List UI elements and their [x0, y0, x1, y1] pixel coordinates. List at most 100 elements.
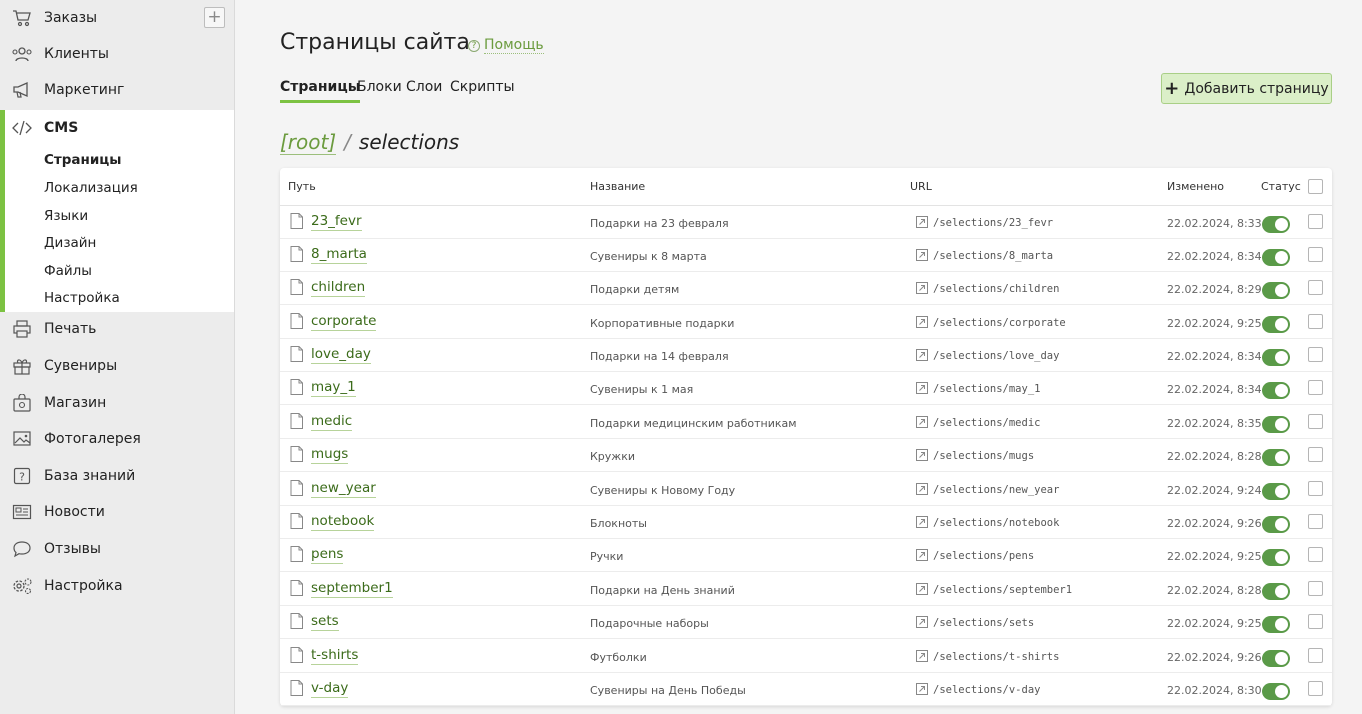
- sidebar-item-print[interactable]: Печать: [0, 311, 234, 347]
- row-checkbox[interactable]: [1308, 414, 1323, 429]
- sidebar-item-knowledge-base[interactable]: ? База знаний: [0, 458, 234, 494]
- column-header-path[interactable]: Путь: [288, 180, 316, 193]
- status-toggle[interactable]: [1262, 416, 1290, 433]
- status-toggle[interactable]: [1262, 249, 1290, 266]
- external-link-icon[interactable]: [916, 549, 928, 561]
- table-row[interactable]: may_1 Сувениры к 1 мая/selections/may_1 22…: [280, 372, 1332, 405]
- external-link-icon[interactable]: [916, 583, 928, 595]
- sidebar-item-settings[interactable]: Настройка: [0, 568, 234, 604]
- page-path-link[interactable]: corporate: [311, 313, 377, 331]
- page-path-link[interactable]: children: [311, 279, 366, 297]
- select-all-checkbox[interactable]: [1308, 179, 1323, 194]
- external-link-icon[interactable]: [916, 449, 928, 461]
- status-toggle[interactable]: [1262, 449, 1290, 466]
- external-link-icon[interactable]: [916, 683, 928, 695]
- tab-scripts[interactable]: Скрипты: [450, 79, 515, 103]
- status-toggle[interactable]: [1262, 216, 1290, 233]
- page-path-link[interactable]: mugs: [311, 446, 349, 464]
- status-toggle[interactable]: [1262, 683, 1290, 700]
- page-path-link[interactable]: september1: [311, 580, 393, 598]
- page-path-link[interactable]: sets: [311, 613, 339, 631]
- row-checkbox[interactable]: [1308, 648, 1323, 663]
- page-path-link[interactable]: may_1: [311, 379, 356, 397]
- sidebar-item-reviews[interactable]: Отзывы: [0, 531, 234, 567]
- add-page-button[interactable]: + Добавить страницу: [1161, 73, 1332, 104]
- table-row[interactable]: corporate Корпоративные подарки/selection…: [280, 306, 1332, 339]
- external-link-icon[interactable]: [916, 282, 928, 294]
- help-link[interactable]: ? Помощь: [468, 37, 544, 54]
- sidebar-subitem-languages[interactable]: Языки: [44, 208, 88, 224]
- external-link-icon[interactable]: [916, 349, 928, 361]
- table-row[interactable]: september1 Подарки на День знаний/selecti…: [280, 573, 1332, 606]
- status-toggle[interactable]: [1262, 316, 1290, 333]
- sidebar-item-news[interactable]: Новости: [0, 494, 234, 530]
- status-toggle[interactable]: [1262, 583, 1290, 600]
- tab-pages[interactable]: Страницы: [280, 79, 361, 103]
- table-row[interactable]: new_year Сувениры к Новому Году/selection…: [280, 473, 1332, 506]
- external-link-icon[interactable]: [916, 416, 928, 428]
- page-path-link[interactable]: pens: [311, 546, 344, 564]
- row-checkbox[interactable]: [1308, 280, 1323, 295]
- sidebar-subitem-design[interactable]: Дизайн: [44, 235, 96, 251]
- sidebar-item-orders[interactable]: Заказы +: [0, 0, 234, 36]
- page-path-link[interactable]: t-shirts: [311, 647, 359, 665]
- column-header-url[interactable]: URL: [910, 180, 932, 193]
- status-toggle[interactable]: [1262, 382, 1290, 399]
- sidebar-subitem-localization[interactable]: Локализация: [44, 180, 138, 196]
- table-row[interactable]: 23_fevr Подарки на 23 февраля/selections/…: [280, 206, 1332, 239]
- sidebar-item-marketing[interactable]: Маркетинг: [0, 72, 234, 108]
- status-toggle[interactable]: [1262, 483, 1290, 500]
- page-path-link[interactable]: v-day: [311, 680, 349, 698]
- external-link-icon[interactable]: [916, 382, 928, 394]
- status-toggle[interactable]: [1262, 650, 1290, 667]
- row-checkbox[interactable]: [1308, 547, 1323, 562]
- page-path-link[interactable]: new_year: [311, 480, 376, 498]
- status-toggle[interactable]: [1262, 282, 1290, 299]
- breadcrumb-root-link[interactable]: [root]: [280, 130, 337, 155]
- row-checkbox[interactable]: [1308, 214, 1323, 229]
- tab-layers[interactable]: Слои: [406, 79, 442, 103]
- sidebar-subitem-files[interactable]: Файлы: [44, 263, 92, 279]
- sidebar-item-cms[interactable]: CMS: [0, 110, 234, 146]
- table-row[interactable]: sets Подарочные наборы/selections/sets 22.…: [280, 606, 1332, 639]
- sidebar-subitem-settings[interactable]: Настройка: [44, 290, 120, 306]
- row-checkbox[interactable]: [1308, 581, 1323, 596]
- sidebar-item-gallery[interactable]: Фотогалерея: [0, 421, 234, 457]
- row-checkbox[interactable]: [1308, 514, 1323, 529]
- external-link-icon[interactable]: [916, 650, 928, 662]
- page-path-link[interactable]: notebook: [311, 513, 375, 531]
- column-header-status[interactable]: Статус: [1261, 180, 1301, 193]
- external-link-icon[interactable]: [916, 616, 928, 628]
- add-order-button[interactable]: +: [204, 7, 225, 28]
- tab-blocks[interactable]: Блоки: [357, 79, 402, 103]
- row-checkbox[interactable]: [1308, 481, 1323, 496]
- page-path-link[interactable]: love_day: [311, 346, 371, 364]
- status-toggle[interactable]: [1262, 349, 1290, 366]
- column-header-name[interactable]: Название: [590, 180, 645, 193]
- table-row[interactable]: v-day Сувениры на День Победы/selections/…: [280, 673, 1332, 706]
- sidebar-item-clients[interactable]: Клиенты: [0, 36, 234, 72]
- status-toggle[interactable]: [1262, 549, 1290, 566]
- table-row[interactable]: medic Подарки медицинским работникам/sele…: [280, 406, 1332, 439]
- status-toggle[interactable]: [1262, 616, 1290, 633]
- external-link-icon[interactable]: [916, 516, 928, 528]
- page-path-link[interactable]: 8_marta: [311, 246, 367, 264]
- row-checkbox[interactable]: [1308, 614, 1323, 629]
- external-link-icon[interactable]: [916, 249, 928, 261]
- page-path-link[interactable]: medic: [311, 413, 353, 431]
- external-link-icon[interactable]: [916, 483, 928, 495]
- row-checkbox[interactable]: [1308, 380, 1323, 395]
- column-header-modified[interactable]: Изменено: [1167, 180, 1224, 193]
- row-checkbox[interactable]: [1308, 314, 1323, 329]
- table-row[interactable]: 8_marta Сувениры к 8 марта/selections/8_m…: [280, 239, 1332, 272]
- external-link-icon[interactable]: [916, 216, 928, 228]
- row-checkbox[interactable]: [1308, 681, 1323, 696]
- row-checkbox[interactable]: [1308, 447, 1323, 462]
- status-toggle[interactable]: [1262, 516, 1290, 533]
- table-row[interactable]: t-shirts Футболки/selections/t-shirts 22.0…: [280, 640, 1332, 673]
- external-link-icon[interactable]: [916, 316, 928, 328]
- table-row[interactable]: children Подарки детям/selections/childre…: [280, 272, 1332, 305]
- sidebar-item-shop[interactable]: Магазин: [0, 385, 234, 421]
- table-row[interactable]: mugs Кружки/selections/mugs 22.02.2024, 8:…: [280, 439, 1332, 472]
- table-row[interactable]: notebook Блокноты/selections/notebook 22.0…: [280, 506, 1332, 539]
